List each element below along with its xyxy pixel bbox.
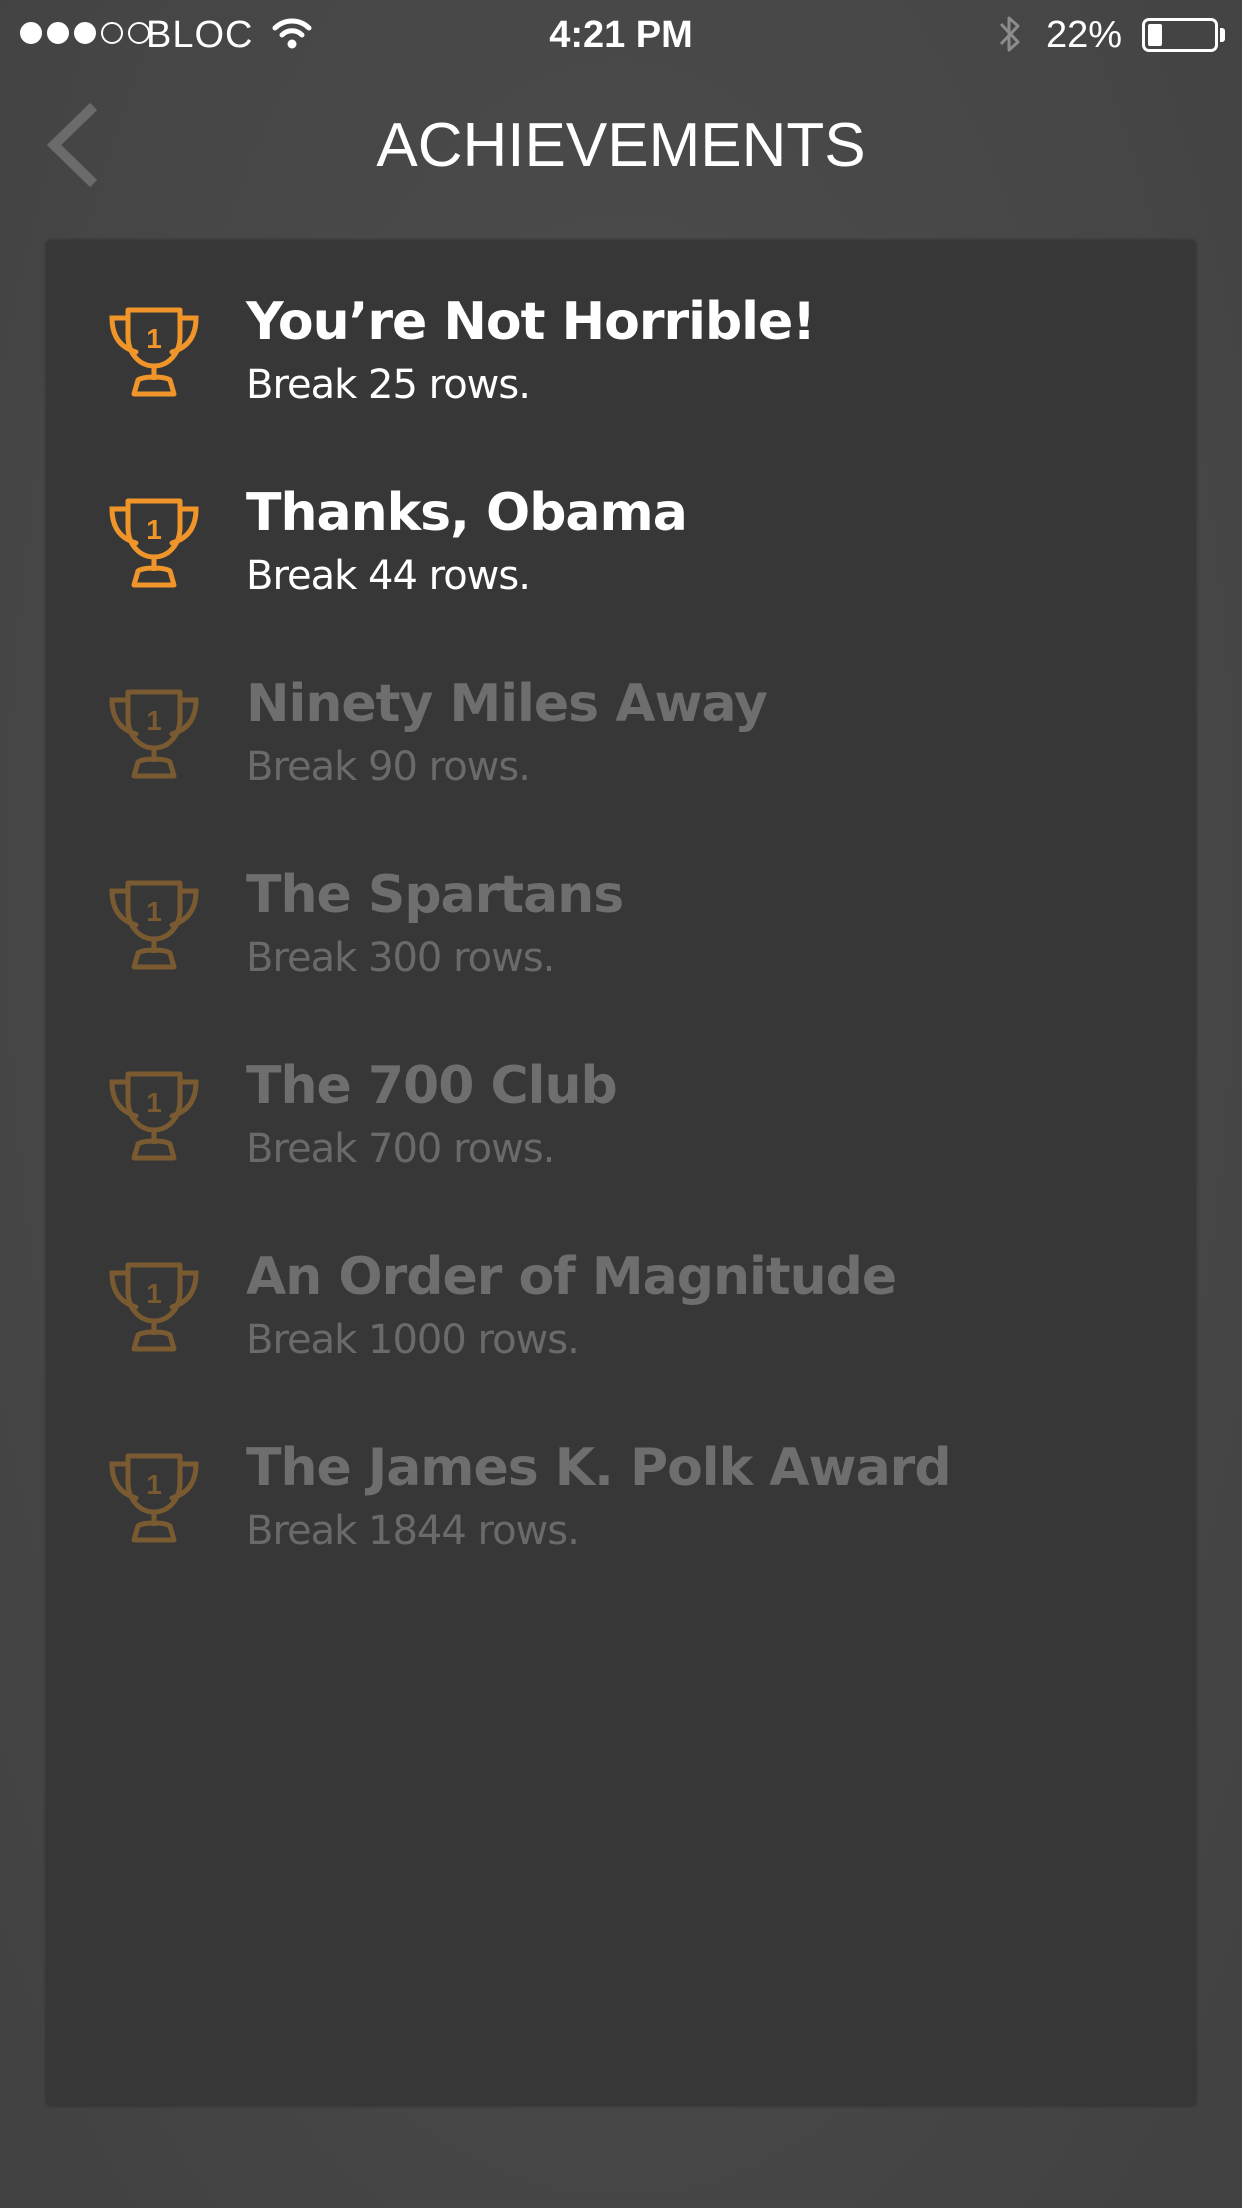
achievement-description: Break 700 rows. [246, 1126, 555, 1172]
achievement-description: Break 1000 rows. [246, 1317, 580, 1363]
achievement-description: Break 44 rows. [246, 553, 531, 599]
achievement-row[interactable]: 1 Ninety Miles Away Break 90 rows. [46, 622, 1196, 812]
achievement-description: Break 300 rows. [246, 935, 555, 981]
battery-icon [1142, 18, 1218, 52]
svg-text:1: 1 [146, 323, 162, 354]
achievements-panel: 1 You’re Not Horrible! Break 25 rows. 1 T… [46, 240, 1196, 2106]
trophy-icon: 1 [104, 1448, 204, 1548]
achievement-description: Break 90 rows. [246, 744, 531, 790]
achievement-title: The Spartans [246, 865, 624, 925]
achievement-row[interactable]: 1 You’re Not Horrible! Break 25 rows. [46, 240, 1196, 430]
trophy-icon: 1 [104, 875, 204, 975]
trophy-icon: 1 [104, 1257, 204, 1357]
battery-percent: 22% [1046, 14, 1123, 56]
achievement-row[interactable]: 1 Thanks, Obama Break 44 rows. [46, 431, 1196, 621]
battery-level [1148, 24, 1162, 46]
trophy-icon: 1 [104, 684, 204, 784]
achievement-row[interactable]: 1 An Order of Magnitude Break 1000 rows. [46, 1195, 1196, 1385]
bluetooth-icon [996, 12, 1024, 66]
achievement-title: Ninety Miles Away [246, 674, 768, 734]
svg-text:1: 1 [146, 896, 162, 927]
achievement-title: The 700 Club [246, 1056, 618, 1116]
svg-text:1: 1 [146, 1469, 162, 1500]
achievement-title: You’re Not Horrible! [246, 292, 816, 352]
achievement-row[interactable]: 1 The 700 Club Break 700 rows. [46, 1004, 1196, 1194]
trophy-icon: 1 [104, 1066, 204, 1166]
achievement-title: The James K. Polk Award [246, 1438, 952, 1498]
achievement-description: Break 1844 rows. [246, 1508, 580, 1554]
achievement-row[interactable]: 1 The Spartans Break 300 rows. [46, 813, 1196, 1003]
achievement-title: Thanks, Obama [246, 483, 688, 543]
status-bar: BLOC 4:21 PM 22% [0, 0, 1242, 70]
trophy-icon: 1 [104, 302, 204, 402]
achievement-row[interactable]: 1 The James K. Polk Award Break 1844 rows… [46, 1386, 1196, 1576]
page-title: ACHIEVEMENTS [376, 111, 866, 180]
svg-text:1: 1 [146, 1278, 162, 1309]
trophy-icon: 1 [104, 493, 204, 593]
achievement-title: An Order of Magnitude [246, 1247, 897, 1307]
svg-text:1: 1 [146, 1087, 162, 1118]
achievement-description: Break 25 rows. [246, 362, 531, 408]
battery-tip [1220, 28, 1225, 42]
svg-text:1: 1 [146, 705, 162, 736]
svg-text:1: 1 [146, 514, 162, 545]
